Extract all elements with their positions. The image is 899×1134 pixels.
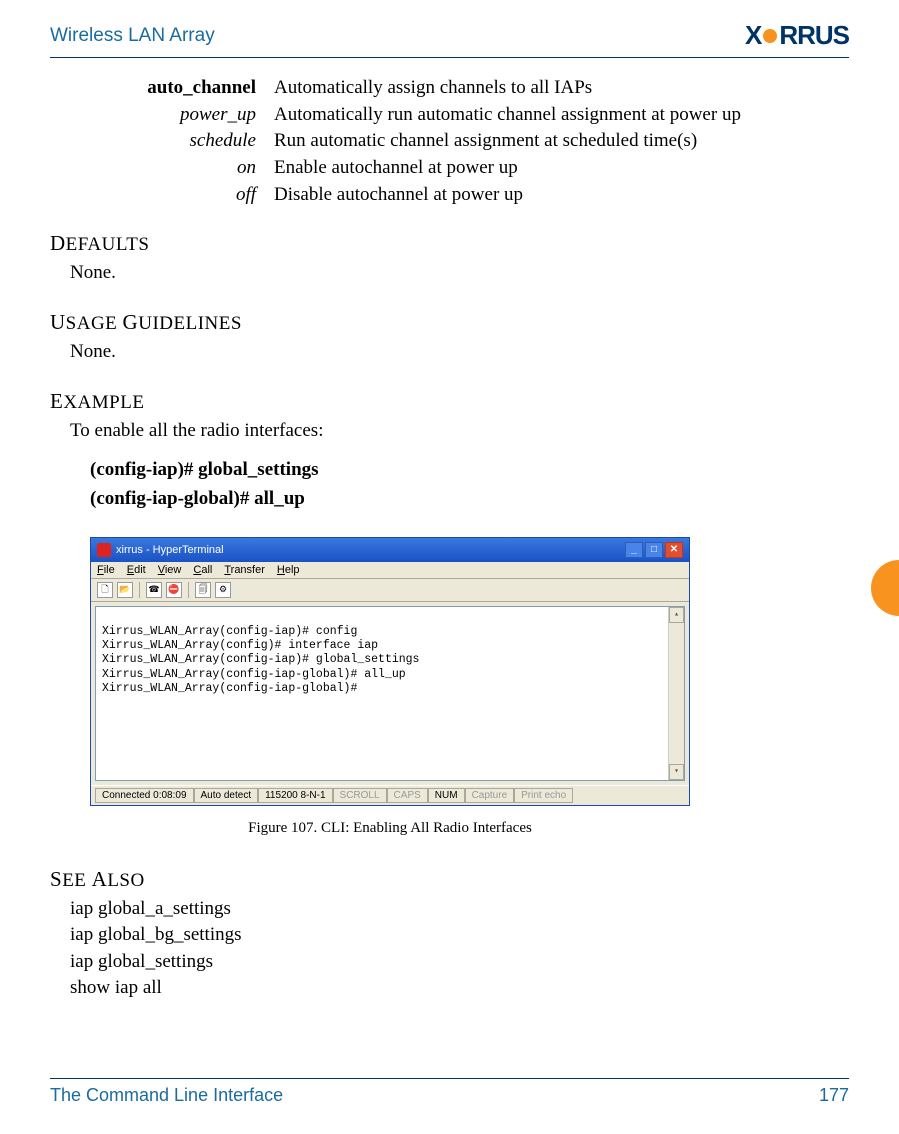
page-header: Wireless LAN Array X RRUS xyxy=(50,20,849,58)
status-num: NUM xyxy=(428,788,465,803)
new-icon[interactable]: 🗋 xyxy=(97,582,113,598)
example-body: To enable all the radio interfaces: xyxy=(70,418,849,444)
definition-table: auto_channel Automatically assign channe… xyxy=(76,76,849,207)
terminal-output: Xirrus_WLAN_Array(config-iap)# config Xi… xyxy=(95,606,685,781)
disconnect-icon[interactable]: ⛔ xyxy=(166,582,182,598)
menu-edit[interactable]: Edit xyxy=(127,564,146,576)
status-connected: Connected 0:08:09 xyxy=(95,788,194,803)
term-line: Xirrus_WLAN_Array(config)# interface iap xyxy=(102,639,678,653)
app-icon xyxy=(97,543,111,557)
status-echo: Print echo xyxy=(514,788,573,803)
footer-page-number: 177 xyxy=(819,1085,849,1106)
menu-transfer[interactable]: Transfer xyxy=(224,564,265,576)
footer-section: The Command Line Interface xyxy=(50,1085,283,1106)
status-detect: Auto detect xyxy=(194,788,259,803)
section-head-seealso: SEE ALSO xyxy=(50,867,849,892)
menu-file[interactable]: File xyxy=(97,564,115,576)
see-also-item: iap global_a_settings xyxy=(70,896,849,923)
page-content: auto_channel Automatically assign channe… xyxy=(50,58,849,1002)
section-head-example: EXAMPLE xyxy=(50,389,849,414)
def-desc: Disable autochannel at power up xyxy=(274,183,849,208)
scroll-down-icon[interactable]: ▾ xyxy=(669,764,684,780)
see-also-item: iap global_settings xyxy=(70,949,849,976)
term-line: Xirrus_WLAN_Array(config-iap-global)# xyxy=(102,682,678,696)
scroll-up-icon[interactable]: ▴ xyxy=(669,607,684,623)
menu-bar: File Edit View Call Transfer Help xyxy=(91,562,689,579)
window-titlebar: xirrus - HyperTerminal _ □ ✕ xyxy=(91,538,689,562)
open-icon[interactable]: 📂 xyxy=(117,582,133,598)
logo-dot-icon xyxy=(763,29,777,43)
def-desc: Automatically run automatic channel assi… xyxy=(274,103,849,128)
hyperterminal-window: xirrus - HyperTerminal _ □ ✕ File Edit V… xyxy=(90,537,690,806)
def-desc: Run automatic channel assignment at sche… xyxy=(274,129,849,154)
def-desc: Enable autochannel at power up xyxy=(274,156,849,181)
logo-suffix: RRUS xyxy=(779,20,849,51)
logo-prefix: X xyxy=(745,20,761,51)
usage-body: None. xyxy=(70,339,849,365)
menu-view[interactable]: View xyxy=(158,564,182,576)
menu-help[interactable]: Help xyxy=(277,564,300,576)
def-key: on xyxy=(76,156,256,181)
section-head-usage: USAGE GUIDELINES xyxy=(50,310,849,335)
toolbar: 🗋 📂 ☎ ⛔ 🗐 ⚙ xyxy=(91,579,689,602)
def-key: auto_channel xyxy=(76,76,256,101)
status-baud: 115200 8-N-1 xyxy=(258,788,332,803)
def-key: off xyxy=(76,183,256,208)
settings-icon[interactable]: ⚙ xyxy=(215,582,231,598)
def-key: power_up xyxy=(76,103,256,128)
see-also-list: iap global_a_settings iap global_bg_sett… xyxy=(70,896,849,1002)
term-line: Xirrus_WLAN_Array(config-iap-global)# al… xyxy=(102,668,678,682)
figure-wrapper: xirrus - HyperTerminal _ □ ✕ File Edit V… xyxy=(90,537,849,837)
defaults-body: None. xyxy=(70,260,849,286)
status-bar: Connected 0:08:09 Auto detect 115200 8-N… xyxy=(91,785,689,805)
brand-logo: X RRUS xyxy=(745,20,849,51)
close-button[interactable]: ✕ xyxy=(665,542,683,558)
page-footer: The Command Line Interface 177 xyxy=(50,1078,849,1106)
status-caps: CAPS xyxy=(387,788,428,803)
status-scroll: SCROLL xyxy=(333,788,387,803)
maximize-button[interactable]: □ xyxy=(645,542,663,558)
example-cmd-2: (config-iap-global)# all_up xyxy=(90,486,849,513)
window-title: xirrus - HyperTerminal xyxy=(116,544,224,556)
menu-call[interactable]: Call xyxy=(193,564,212,576)
see-also-item: show iap all xyxy=(70,975,849,1002)
def-desc: Automatically assign channels to all IAP… xyxy=(274,76,849,101)
figure-caption: Figure 107. CLI: Enabling All Radio Inte… xyxy=(90,820,690,837)
status-capture: Capture xyxy=(465,788,515,803)
header-title: Wireless LAN Array xyxy=(50,25,215,47)
see-also-item: iap global_bg_settings xyxy=(70,922,849,949)
minimize-button[interactable]: _ xyxy=(625,542,643,558)
toolbar-separator xyxy=(188,582,189,598)
term-line: Xirrus_WLAN_Array(config-iap)# global_se… xyxy=(102,653,678,667)
example-cmd-1: (config-iap)# global_settings xyxy=(90,457,849,484)
toolbar-separator xyxy=(139,582,140,598)
term-line: Xirrus_WLAN_Array(config-iap)# config xyxy=(102,625,678,639)
scrollbar[interactable]: ▴ ▾ xyxy=(668,607,684,780)
properties-icon[interactable]: 🗐 xyxy=(195,582,211,598)
def-key: schedule xyxy=(76,129,256,154)
connect-icon[interactable]: ☎ xyxy=(146,582,162,598)
section-head-defaults: DEFAULTS xyxy=(50,231,849,256)
side-tab xyxy=(871,560,899,616)
